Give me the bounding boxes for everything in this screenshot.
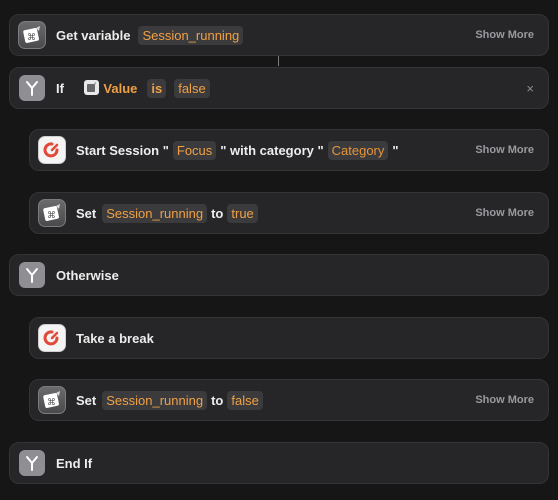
set-variable-action[interactable]: ⌘ Set Session_running to true Show More	[29, 192, 549, 234]
svg-text:⌘: ⌘	[27, 33, 36, 43]
show-more-button[interactable]: Show More	[475, 29, 534, 41]
start-session-action[interactable]: Start Session " Focus " with category " …	[29, 129, 549, 171]
action-label: Start Session "	[76, 142, 169, 158]
branch-icon	[19, 450, 45, 476]
scripting-icon: ⌘	[38, 199, 66, 227]
session-app-icon	[38, 136, 66, 164]
variable-token[interactable]: Session_running	[138, 25, 244, 45]
value-token-label: Value	[103, 81, 138, 96]
closing-quote: "	[392, 142, 399, 158]
value-token[interactable]: false	[227, 390, 263, 410]
show-more-button[interactable]: Show More	[475, 207, 534, 219]
end-if-label: End If	[56, 455, 93, 471]
show-more-button[interactable]: Show More	[475, 394, 534, 406]
otherwise-action[interactable]: Otherwise	[9, 254, 549, 296]
variable-icon	[84, 80, 100, 95]
scripting-icon: ⌘	[18, 21, 46, 49]
action-label: Get variable	[56, 27, 131, 43]
otherwise-label: Otherwise	[56, 267, 119, 283]
svg-text:⌘: ⌘	[47, 211, 56, 221]
end-if-action[interactable]: End If	[9, 442, 549, 484]
value-token[interactable]: true	[227, 203, 258, 223]
show-more-button[interactable]: Show More	[475, 144, 534, 156]
value-token[interactable]: Value	[70, 65, 137, 111]
take-break-action[interactable]: Take a break	[29, 317, 549, 359]
to-label: to	[211, 205, 224, 221]
category-token[interactable]: Category	[327, 140, 389, 160]
focus-token[interactable]: Focus	[172, 140, 217, 160]
action-label: Take a break	[76, 330, 154, 346]
to-label: to	[211, 392, 224, 408]
action-label: Set	[76, 205, 97, 221]
svg-text:⌘: ⌘	[47, 398, 56, 408]
with-category-label: " with category "	[220, 142, 324, 158]
close-icon[interactable]: ×	[526, 81, 534, 96]
session-app-icon	[38, 324, 66, 352]
branch-icon	[19, 262, 45, 288]
action-label: Set	[76, 392, 97, 408]
flow-connector	[278, 56, 279, 66]
get-variable-action[interactable]: ⌘ Get variable Session_running Show More	[9, 14, 549, 56]
if-action[interactable]: If Value is false ×	[9, 67, 549, 109]
scripting-icon: ⌘	[38, 386, 66, 414]
operator-token[interactable]: is	[147, 78, 167, 98]
variable-token[interactable]: Session_running	[102, 390, 208, 410]
variable-token[interactable]: Session_running	[102, 203, 208, 223]
compare-value-token[interactable]: false	[174, 78, 210, 98]
branch-icon	[19, 75, 45, 101]
set-variable-action[interactable]: ⌘ Set Session_running to false Show More	[29, 379, 549, 421]
if-label: If	[56, 80, 64, 96]
